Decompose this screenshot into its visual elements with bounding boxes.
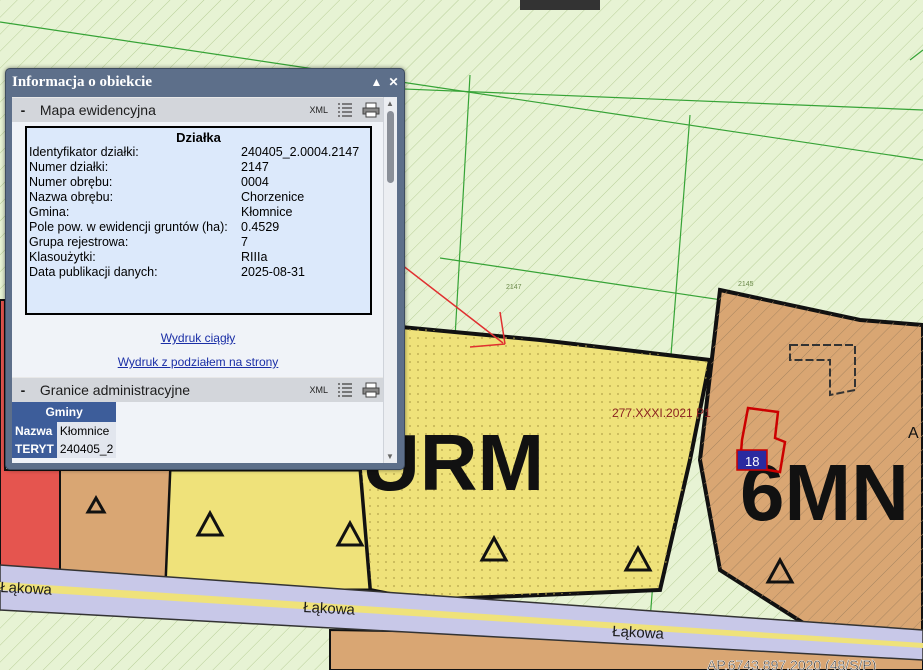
section-header-admin-boundaries[interactable]: - Granice administracyjne XML bbox=[12, 377, 384, 402]
print-paged-link[interactable]: Wydruk z podziałem na strony bbox=[118, 355, 279, 369]
row-value: Kłomnice bbox=[56, 422, 117, 440]
scroll-down-icon[interactable]: ▼ bbox=[386, 452, 394, 461]
attribute-row: Grupa rejestrowa: 7 bbox=[27, 235, 370, 250]
attribute-label: Grupa rejestrowa: bbox=[29, 235, 129, 249]
attribute-row: Numer działki: 2147 bbox=[27, 160, 370, 175]
bottom-map-label: AP.6743.897.2020 (48/S/P) bbox=[707, 657, 876, 670]
section-title: Mapa ewidencyjna bbox=[39, 102, 156, 118]
section-toggle[interactable]: - bbox=[14, 378, 32, 402]
map-fragment-top bbox=[520, 0, 600, 10]
panel-title: Informacja o obiekcie bbox=[12, 74, 152, 90]
attribute-value: Chorzenice bbox=[241, 190, 305, 204]
attribute-label: Gmina: bbox=[29, 205, 70, 219]
print-continuous-link[interactable]: Wydruk ciągły bbox=[161, 331, 236, 345]
panel-body: - Mapa ewidencyjna XML Działka Identyfik… bbox=[12, 97, 397, 463]
parcel-number-2147: 2147 bbox=[506, 284, 522, 291]
table-title: Gminy bbox=[12, 402, 117, 422]
attribute-label: Numer działki: bbox=[29, 160, 109, 174]
parcel-info-box: Działka Identyfikator działki: 240405_2.0… bbox=[25, 126, 372, 315]
xml-export-button[interactable]: XML bbox=[309, 378, 328, 402]
attribute-row: Nazwa obrębu: Chorzenice bbox=[27, 190, 370, 205]
attribute-row: Identyfikator działki: 240405_2.0004.2147 bbox=[27, 145, 370, 160]
xml-export-button[interactable]: XML bbox=[309, 98, 328, 122]
list-icon[interactable] bbox=[336, 101, 354, 119]
attribute-value: 7 bbox=[241, 235, 248, 249]
list-icon[interactable] bbox=[336, 381, 354, 399]
attribute-value: RIIIa bbox=[241, 250, 268, 264]
panel-header[interactable]: Informacja o obiekcie ▲ ✕ bbox=[6, 69, 404, 95]
scroll-thumb[interactable] bbox=[387, 111, 394, 183]
attribute-row: Numer obrębu: 0004 bbox=[27, 175, 370, 190]
attribute-row: Gmina: Kłomnice bbox=[27, 205, 370, 220]
municipality-table: Gminy Nazwa Kłomnice TERYT 240405_2 bbox=[12, 402, 117, 458]
attribute-value: 0004 bbox=[241, 175, 269, 189]
attribute-label: Numer obrębu: bbox=[29, 175, 113, 189]
section-header-parcel-map[interactable]: - Mapa ewidencyjna XML bbox=[12, 97, 384, 122]
attribute-row: Pole pow. w ewidencji gruntów (ha): 0.452… bbox=[27, 220, 370, 235]
attribute-row: Data publikacji danych: 2025-08-31 bbox=[27, 265, 370, 280]
street-label-2: Łąkowa bbox=[303, 599, 356, 619]
street-label-1: Łąkowa bbox=[0, 579, 53, 599]
attribute-label: Data publikacji danych: bbox=[29, 265, 158, 279]
parcel-attributes: Identyfikator działki: 240405_2.0004.2147… bbox=[27, 145, 370, 280]
zone-urm-west bbox=[163, 468, 372, 592]
panel-content: - Mapa ewidencyjna XML Działka Identyfik… bbox=[12, 97, 384, 463]
panel-scrollbar[interactable]: ▲ ▼ bbox=[383, 97, 397, 463]
scroll-up-icon[interactable]: ▲ bbox=[386, 99, 394, 108]
house-number: 18 bbox=[745, 454, 759, 469]
close-icon[interactable]: ✕ bbox=[387, 69, 400, 95]
attribute-value: 2025-08-31 bbox=[241, 265, 305, 279]
collapse-icon[interactable]: ▲ bbox=[370, 69, 383, 95]
parcel-number-2145: 2145 bbox=[738, 281, 754, 288]
attribute-value: 240405_2.0004.2147 bbox=[241, 145, 360, 159]
print-icon[interactable] bbox=[362, 101, 380, 119]
attribute-label: Klasoużytki: bbox=[29, 250, 96, 264]
attribute-label: Identyfikator działki: bbox=[29, 145, 139, 159]
attribute-row: Klasoużytki: RIIIa bbox=[27, 250, 370, 265]
object-info-panel[interactable]: Informacja o obiekcie ▲ ✕ - Mapa ewidenc… bbox=[5, 68, 405, 470]
street-label-3: Łąkowa bbox=[612, 623, 665, 643]
resolution-label: 277.XXXI.2021 P1 bbox=[612, 406, 711, 420]
section-title: Granice administracyjne bbox=[39, 382, 191, 398]
attribute-value: 0.4529 bbox=[241, 220, 280, 234]
row-label: TERYT bbox=[12, 440, 57, 458]
parcel-box-title: Działka bbox=[176, 130, 221, 145]
attribute-label: Nazwa obrębu: bbox=[29, 190, 114, 204]
attribute-label: Pole pow. w ewidencji gruntów (ha): bbox=[29, 220, 228, 234]
edge-label: A bbox=[908, 425, 919, 442]
table-row: TERYT 240405_2 bbox=[12, 440, 117, 458]
attribute-value: Kłomnice bbox=[241, 205, 293, 219]
row-label: Nazwa bbox=[12, 422, 57, 440]
row-value: 240405_2 bbox=[56, 440, 117, 458]
print-icon[interactable] bbox=[362, 381, 380, 399]
table-row: Nazwa Kłomnice bbox=[12, 422, 117, 440]
section-toggle[interactable]: - bbox=[14, 98, 32, 122]
attribute-value: 2147 bbox=[241, 160, 269, 174]
